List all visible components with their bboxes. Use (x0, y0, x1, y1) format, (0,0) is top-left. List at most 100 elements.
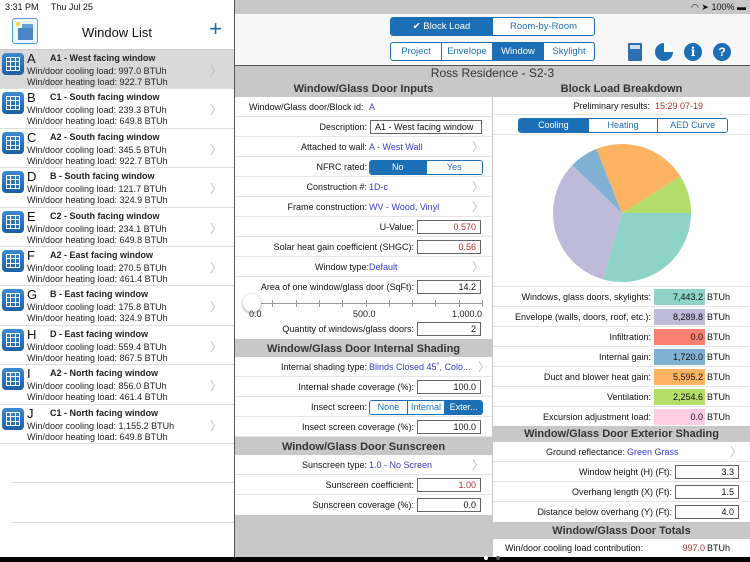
add-window-button[interactable]: + (209, 18, 222, 40)
chevron-right-icon: 〉 (471, 200, 484, 214)
tab-heating[interactable]: Heating (587, 119, 658, 132)
help-icon[interactable]: ? (713, 43, 731, 61)
sunscreen-type-label: Sunscreen type: (301, 460, 367, 470)
window-list-item[interactable]: C A2 - South facing window Win/door cool… (0, 129, 234, 169)
chevron-right-icon: 〉 (209, 418, 222, 433)
shgc-input[interactable]: 0.56 (417, 240, 481, 254)
window-letter: B (27, 90, 36, 106)
distance-row: Distance below overhang (Y) (Ft): 4.0 (493, 502, 750, 522)
window-icon (2, 171, 24, 194)
window-type-row[interactable]: Window type: Default 〉 (235, 257, 492, 277)
window-letter: D (27, 169, 37, 185)
breakdown-label: Envelope (walls, doors, roof, etc.): (514, 312, 651, 322)
tab-skylight[interactable]: Skylight (543, 43, 594, 60)
distance-input[interactable]: 4.0 (675, 505, 739, 519)
empty-row (12, 483, 234, 523)
frame-row[interactable]: Frame construction: WV - Wood, Vinyl 〉 (235, 197, 492, 217)
nfrc-no-option[interactable]: No (370, 161, 426, 174)
window-letter: C (27, 129, 37, 145)
page-dot-active (484, 556, 488, 560)
chevron-right-icon: 〉 (209, 221, 222, 236)
attached-wall-row[interactable]: Attached to wall: A - West Wall 〉 (235, 137, 492, 157)
window-list-item[interactable]: H D - East facing window Win/door coolin… (0, 326, 234, 366)
window-cooling-load: Win/door cooling load: 345.5 BTUh (27, 144, 167, 155)
nfrc-yes-option[interactable]: Yes (425, 161, 482, 174)
wifi-icon: ◠ ➤ (691, 2, 709, 12)
window-icon (2, 328, 24, 351)
description-input[interactable]: A1 - West facing window (370, 120, 482, 134)
insect-exterior-option[interactable]: Exter... (444, 401, 482, 414)
breakdown-unit: BTUh (707, 372, 731, 382)
tab-block-load[interactable]: ✔ Block Load (391, 18, 492, 35)
status-indicators: ◠ ➤ 100% ▬ (691, 2, 746, 13)
tab-aed-curve[interactable]: AED Curve (657, 119, 727, 132)
window-cooling-load: Win/door cooling load: 239.3 BTUh (27, 105, 167, 116)
window-list-item[interactable]: A A1 - West facing window Win/door cooli… (0, 50, 234, 90)
window-height-input[interactable]: 3.3 (675, 465, 739, 479)
window-letter: J (27, 405, 34, 421)
window-list-item[interactable]: B C1 - South facing window Win/door cool… (0, 89, 234, 129)
window-cooling-load: Win/door cooling load: 121.7 BTUh (27, 184, 167, 195)
uvalue-input[interactable]: 0.570 (417, 220, 481, 234)
tab-room-by-room[interactable]: Room-by-Room (492, 18, 594, 35)
insect-none-option[interactable]: None (370, 401, 407, 414)
window-list-item[interactable]: G B - East facing window Win/door coolin… (0, 286, 234, 326)
ground-row[interactable]: Ground reflectance: Green Grass 〉 (493, 442, 750, 462)
breakdown-row: Windows, glass doors, skylights: 7,443.2… (493, 287, 750, 307)
tab-cooling[interactable]: Cooling (519, 119, 588, 132)
window-heating-load: Win/door heating load: 324.9 BTUh (27, 195, 168, 206)
window-letter: H (27, 326, 37, 342)
overhang-input[interactable]: 1.5 (675, 485, 739, 499)
window-letter: E (27, 208, 36, 224)
internal-coverage-input[interactable]: 100.0 (417, 380, 481, 394)
inputs-header: Window/Glass Door Inputs (235, 81, 492, 97)
page-dot (496, 556, 500, 560)
insect-screen-row: Insect screen: None Internal Exter... (235, 397, 492, 417)
home-indicator-bar (0, 557, 750, 562)
breakdown-row: Ventilation: 2,254.6 BTUh (493, 387, 750, 407)
slider-tick (272, 300, 274, 307)
chevron-right-icon: 〉 (471, 180, 484, 194)
distance-label: Distance below overhang (Y) (Ft): (537, 507, 672, 517)
insect-internal-option[interactable]: Internal (406, 401, 445, 414)
window-icon (2, 131, 24, 154)
sunscreen-type-row[interactable]: Sunscreen type: 1.0 - No Screen 〉 (235, 455, 492, 475)
window-cooling-load: Win/door cooling load: 997.0 BTUh (27, 66, 167, 76)
pie-chart-icon[interactable] (655, 43, 673, 61)
window-list-item[interactable]: F A2 - East facing window Win/door cooli… (0, 247, 234, 287)
window-height-label: Window height (H) (Ft): (578, 467, 672, 477)
area-slider[interactable]: 0.0 500.0 1,000.0 (235, 294, 492, 319)
window-letter: G (27, 287, 38, 303)
window-list-item[interactable]: D B - South facing window Win/door cooli… (0, 168, 234, 208)
breakdown-row: Infiltration: 0.0 BTUh (493, 327, 750, 347)
insect-coverage-input[interactable]: 100.0 (417, 420, 481, 434)
sunscreen-coverage-label: Sunscreen coverage (%): (312, 500, 414, 510)
breakdown-unit: BTUh (707, 332, 731, 342)
construction-row[interactable]: Construction #: 1D-c 〉 (235, 177, 492, 197)
ground-label: Ground reflectance: (545, 447, 625, 457)
internal-shading-type-label: Internal shading type: (280, 362, 367, 372)
slider-tick (318, 300, 320, 307)
area-input[interactable]: 14.2 (417, 280, 481, 294)
breakdown-row: Envelope (walls, doors, roof, etc.): 8,2… (493, 307, 750, 327)
info-icon[interactable]: i (684, 43, 702, 61)
tab-envelope[interactable]: Envelope (441, 43, 492, 60)
nfrc-segmented: No Yes (369, 160, 483, 175)
sunscreen-coef-input[interactable]: 1.00 (417, 478, 481, 492)
internal-shading-type-row[interactable]: Internal shading type: Blinds Closed 45˚… (235, 357, 492, 377)
window-list-item[interactable]: J C1 - North facing window Win/door cool… (0, 405, 234, 444)
window-list-item[interactable]: E C2 - South facing window Win/door cool… (0, 208, 234, 247)
internal-shading-panel: Internal shading type: Blinds Closed 45˚… (235, 357, 492, 437)
tab-project[interactable]: Project (391, 43, 441, 60)
chevron-right-icon: 〉 (471, 458, 484, 472)
window-title: C2 - South facing window (50, 210, 160, 221)
frame-label: Frame construction: (287, 202, 367, 212)
quantity-input[interactable]: 2 (417, 322, 481, 336)
calculator-icon[interactable] (628, 43, 642, 61)
chevron-right-icon: 〉 (209, 300, 222, 315)
tab-window[interactable]: Window (492, 43, 543, 60)
frame-value: WV - Wood, Vinyl (369, 202, 440, 212)
breakdown-value-swatch: 8,289.8 (654, 309, 705, 325)
sunscreen-coverage-input[interactable]: 0.0 (417, 498, 481, 512)
window-list-item[interactable]: I A2 - North facing window Win/door cool… (0, 365, 234, 405)
